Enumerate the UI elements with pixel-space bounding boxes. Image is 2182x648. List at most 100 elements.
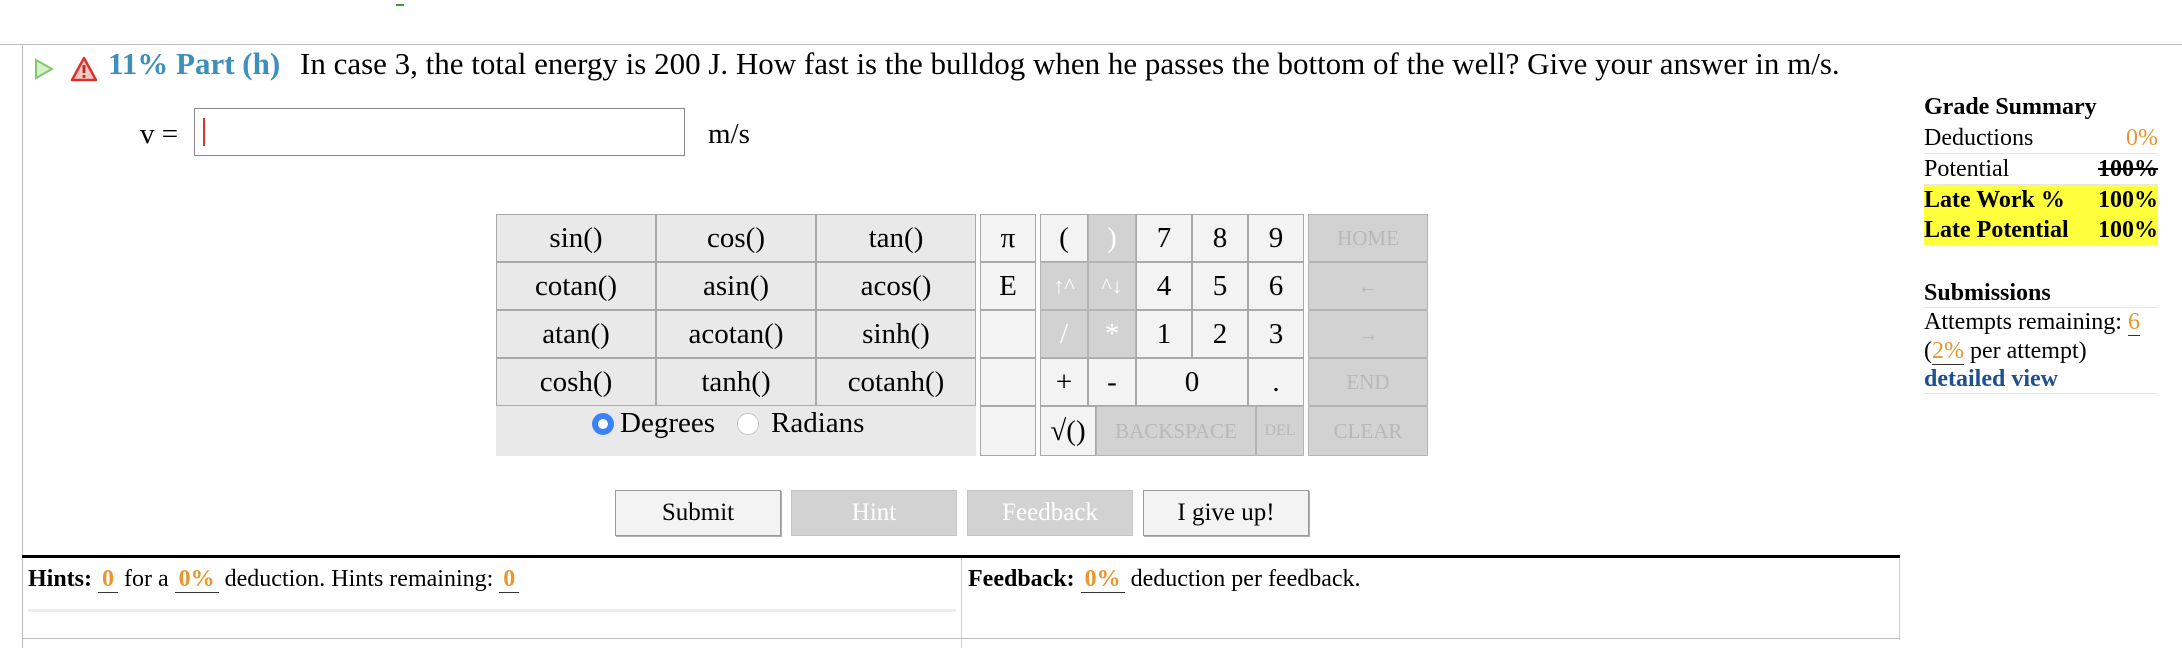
key-5[interactable]: 5 (1192, 262, 1248, 310)
key-4[interactable]: 4 (1136, 262, 1192, 310)
per-attempt-text: per attempt) (1970, 338, 2087, 364)
deductions-value: 0% (2126, 125, 2158, 151)
feedback-pct: 0% (1080, 566, 1125, 593)
deductions-row: Deductions 0% (1924, 123, 2158, 154)
key-blank-3 (980, 406, 1036, 456)
key-e[interactable]: E (980, 262, 1036, 310)
answer-unit: m/s (708, 118, 750, 150)
answer-variable-label: v = (140, 118, 179, 150)
submissions-title: Submissions (1924, 280, 2158, 308)
key-decimal[interactable]: . (1248, 358, 1304, 406)
key-right-arrow[interactable]: → (1308, 310, 1428, 358)
hints-count: 0 (98, 566, 119, 593)
deductions-label: Deductions (1924, 125, 2034, 151)
degrees-radio[interactable] (592, 412, 614, 435)
calculator-keypad: sin() cos() tan() cotan() asin() acos() … (496, 214, 1428, 456)
radians-radio[interactable] (737, 412, 760, 435)
hints-deduction-pct: 0% (174, 566, 219, 593)
key-7[interactable]: 7 (1136, 214, 1192, 262)
text-caret (203, 118, 205, 146)
late-potential-row: Late Potential 100% (1924, 215, 2158, 245)
give-up-button[interactable]: I give up! (1143, 490, 1309, 536)
per-attempt-line: (2% per attempt) (1924, 337, 2158, 366)
key-acos[interactable]: acos() (816, 262, 976, 310)
grade-summary: Grade Summary Deductions 0% Potential 10… (1924, 94, 2158, 245)
key-plus[interactable]: + (1040, 358, 1088, 406)
key-cosh[interactable]: cosh() (496, 358, 656, 406)
late-potential-label: Late Potential (1924, 217, 2069, 243)
per-attempt-pct: 2% (1932, 338, 1964, 365)
frame-top-border (0, 44, 2182, 45)
hints-deduction-text: deduction. Hints remaining: (224, 566, 494, 592)
key-down[interactable]: ^↓ (1088, 262, 1136, 310)
hints-underline (28, 609, 956, 612)
grade-summary-title: Grade Summary (1924, 94, 2097, 120)
frame-bottom-border (22, 638, 1900, 639)
warning-icon (70, 56, 98, 82)
key-sqrt[interactable]: √() (1040, 406, 1096, 456)
submissions-panel: Submissions Attempts remaining: 6 (2% pe… (1924, 280, 2158, 394)
key-minus[interactable]: - (1088, 358, 1136, 406)
key-atan[interactable]: atan() (496, 310, 656, 358)
answer-input[interactable] (194, 108, 685, 156)
degrees-label: Degrees (620, 407, 716, 439)
panel-separator (961, 558, 962, 648)
key-close-paren[interactable]: ) (1088, 214, 1136, 262)
key-multiply[interactable]: * (1088, 310, 1136, 358)
late-potential-value: 100% (2098, 217, 2158, 243)
potential-row: Potential 100% (1924, 154, 2158, 185)
key-tan[interactable]: tan() (816, 214, 976, 262)
key-2[interactable]: 2 (1192, 310, 1248, 358)
key-3[interactable]: 3 (1248, 310, 1304, 358)
key-sin[interactable]: sin() (496, 214, 656, 262)
key-home[interactable]: HOME (1308, 214, 1428, 262)
feedback-panel: Feedback: 0% deduction per feedback. (968, 566, 1361, 593)
key-del[interactable]: DEL (1256, 406, 1304, 456)
key-backspace[interactable]: BACKSPACE (1096, 406, 1256, 456)
late-work-label: Late Work % (1924, 187, 2065, 213)
key-open-paren[interactable]: ( (1040, 214, 1088, 262)
feedback-text: deduction per feedback. (1130, 566, 1361, 592)
key-9[interactable]: 9 (1248, 214, 1304, 262)
key-tanh[interactable]: tanh() (656, 358, 816, 406)
key-cotan[interactable]: cotan() (496, 262, 656, 310)
key-left-arrow[interactable]: ← (1308, 262, 1428, 310)
potential-value: 100% (2098, 156, 2158, 182)
attempts-label: Attempts remaining: (1924, 309, 2122, 335)
feedback-button[interactable]: Feedback (967, 490, 1133, 536)
key-acotan[interactable]: acotan() (656, 310, 816, 358)
attempts-line: Attempts remaining: 6 (1924, 308, 2158, 337)
play-icon[interactable] (34, 58, 54, 80)
key-cos[interactable]: cos() (656, 214, 816, 262)
part-label: 11% Part (h) (108, 46, 281, 81)
panel-right-edge (1899, 558, 1900, 640)
detailed-view-link[interactable]: detailed view (1924, 366, 2158, 394)
key-up[interactable]: ↑^ (1040, 262, 1088, 310)
key-clear[interactable]: CLEAR (1308, 406, 1428, 456)
late-work-value: 100% (2098, 187, 2158, 213)
key-end[interactable]: END (1308, 358, 1428, 406)
hints-label: Hints: (28, 566, 93, 592)
attempts-value: 6 (2127, 309, 2140, 336)
key-divide[interactable]: / (1040, 310, 1088, 358)
per-attempt-paren: ( (1924, 338, 1932, 364)
question-text: In case 3, the total energy is 200 J. Ho… (300, 46, 1840, 81)
feedback-label: Feedback: (968, 566, 1075, 592)
hints-panel: Hints: 0 for a 0% deduction. Hints remai… (28, 566, 520, 593)
key-6[interactable]: 6 (1248, 262, 1304, 310)
key-asin[interactable]: asin() (656, 262, 816, 310)
key-cotanh[interactable]: cotanh() (816, 358, 976, 406)
hints-remaining: 0 (499, 566, 520, 593)
key-0[interactable]: 0 (1136, 358, 1248, 406)
potential-label: Potential (1924, 156, 2010, 182)
radians-label: Radians (771, 407, 865, 439)
late-work-row: Late Work % 100% (1924, 185, 2158, 215)
key-blank-2 (980, 358, 1036, 406)
top-fragment-mark (396, 0, 404, 6)
key-1[interactable]: 1 (1136, 310, 1192, 358)
submit-button[interactable]: Submit (615, 490, 781, 536)
key-8[interactable]: 8 (1192, 214, 1248, 262)
key-sinh[interactable]: sinh() (816, 310, 976, 358)
key-pi[interactable]: π (980, 214, 1036, 262)
hint-button[interactable]: Hint (791, 490, 957, 536)
